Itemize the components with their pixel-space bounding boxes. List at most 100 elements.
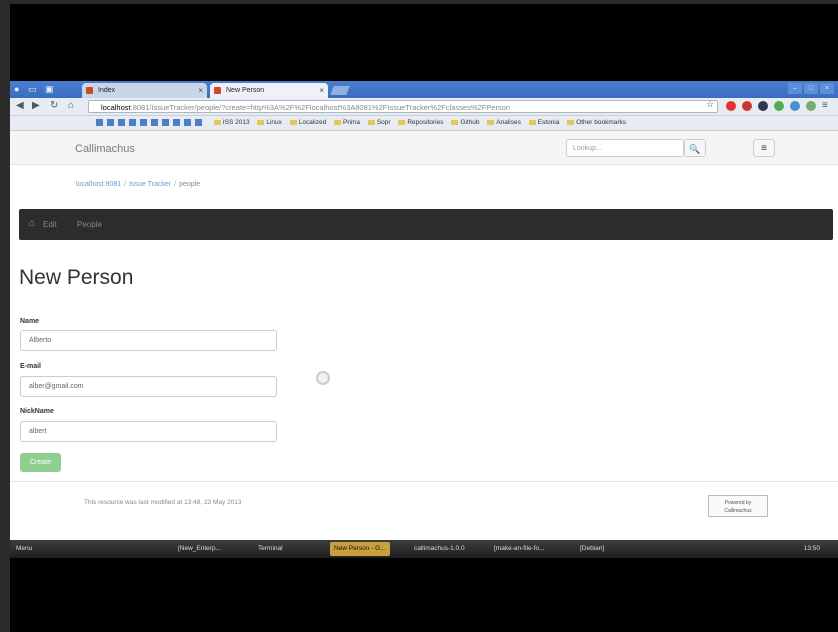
- forward-icon[interactable]: ▶: [32, 100, 40, 111]
- email-input[interactable]: alber@gmail.com: [20, 376, 277, 397]
- taskbar-item[interactable]: [Debian]: [576, 542, 608, 556]
- video-frame-left: [0, 0, 10, 632]
- bookmark-icons-group: [96, 116, 206, 130]
- badge-line-2: Callimachus: [724, 508, 752, 514]
- email-label: E-mail: [20, 363, 42, 370]
- url-host: localhost: [101, 103, 131, 112]
- bookmark-item[interactable]: Prima: [334, 116, 360, 130]
- reload-icon[interactable]: ↻: [50, 100, 58, 111]
- brand-link[interactable]: Callimachus: [75, 143, 135, 155]
- home-icon[interactable]: ⌂: [29, 218, 35, 229]
- extension-dark-icon[interactable]: [758, 101, 768, 111]
- taskbar-item-active[interactable]: New Person - G...: [330, 542, 390, 556]
- page-title: New Person: [19, 266, 134, 289]
- desktop-screen: ● ▭ ▣ Index × New Person × – □ × ◀ ▶ ↻ ⌂ l…: [10, 81, 838, 558]
- name-input[interactable]: Alberto: [20, 330, 277, 351]
- browser-tab-strip: ● ▭ ▣ Index × New Person × – □ ×: [10, 81, 838, 98]
- taskbar-item[interactable]: [New_Enterp...: [174, 542, 225, 556]
- breadcrumb-separator: /: [174, 181, 177, 188]
- breadcrumb: localhost:8081/Issue Tracker / people: [76, 181, 200, 188]
- bookmark-item[interactable]: Analises: [487, 116, 521, 130]
- system-tray: 13:50: [804, 540, 820, 558]
- minimize-left-icon[interactable]: ▭: [28, 84, 37, 94]
- bookmark-app-icon[interactable]: [173, 118, 180, 126]
- nickname-input[interactable]: albert: [20, 421, 277, 442]
- extension-lastpass-icon[interactable]: [742, 101, 752, 111]
- site-header: Callimachus Lookup... 🔍 ≡: [10, 131, 838, 165]
- bookmark-item[interactable]: Localized: [290, 116, 326, 130]
- search-icon: 🔍: [689, 144, 701, 154]
- footer-divider: [10, 481, 838, 482]
- tab-favicon-icon: [214, 87, 221, 94]
- loading-spinner-icon: [316, 371, 330, 385]
- address-bar[interactable]: localhost:8081/IssueTracker/people/?crea…: [88, 100, 718, 113]
- search-button[interactable]: 🔍: [684, 139, 706, 157]
- breadcrumb-host[interactable]: localhost:8081: [76, 181, 121, 188]
- taskbar-item[interactable]: Terminal: [254, 542, 287, 556]
- bookmark-item[interactable]: Github: [451, 116, 479, 130]
- back-icon[interactable]: ◀: [16, 100, 24, 111]
- window-icon[interactable]: ▣: [45, 84, 54, 94]
- bookmark-app-icon[interactable]: [151, 118, 158, 126]
- badge-line-1: Powered by: [724, 500, 752, 506]
- close-window-button[interactable]: ×: [820, 83, 834, 94]
- bookmark-item[interactable]: Sopr: [368, 116, 391, 130]
- bookmark-item[interactable]: Repositories: [398, 116, 443, 130]
- window-left-controls: ● ▭ ▣: [14, 84, 60, 95]
- bookmark-app-icon[interactable]: [184, 118, 191, 126]
- hamburger-icon: ≡: [761, 143, 767, 154]
- bookmarks-bar: ISS 2013 Linux Localized Prima Sopr Repo…: [10, 116, 838, 131]
- main-menu-button[interactable]: ≡: [753, 139, 775, 157]
- nav-people[interactable]: People: [77, 220, 102, 229]
- os-taskbar: Menu [New_Enterp... Terminal New Person …: [10, 540, 838, 558]
- create-button[interactable]: Create: [20, 453, 61, 472]
- web-page: Callimachus Lookup... 🔍 ≡ localhost:8081…: [10, 131, 838, 539]
- bookmark-app-icon[interactable]: [129, 118, 136, 126]
- name-label: Name: [20, 318, 40, 325]
- powered-by-badge[interactable]: Powered by Callimachus: [708, 495, 768, 517]
- bookmark-app-icon[interactable]: [107, 118, 114, 126]
- tab-close-icon[interactable]: ×: [319, 83, 324, 98]
- bookmark-app-icon[interactable]: [195, 118, 202, 126]
- extension-green-icon[interactable]: [774, 101, 784, 111]
- app-icon[interactable]: ●: [14, 84, 19, 94]
- home-icon[interactable]: ⌂: [68, 100, 74, 111]
- nickname-label: NickName: [20, 408, 54, 415]
- clock: 13:50: [803, 545, 820, 552]
- breadcrumb-separator: /: [124, 181, 127, 188]
- last-modified-text: This resource was last modified at 13:48…: [84, 499, 242, 506]
- bookmark-item[interactable]: Other bookmarks: [567, 116, 626, 130]
- bookmark-star-icon[interactable]: ☆: [706, 99, 714, 110]
- chrome-menu-icon[interactable]: ≡: [822, 100, 828, 111]
- bookmark-item[interactable]: Linux: [257, 116, 282, 130]
- bookmark-app-icon[interactable]: [140, 118, 147, 126]
- tab-new-person[interactable]: New Person ×: [210, 83, 328, 98]
- taskbar-item[interactable]: callimachus-1.0.0: [410, 542, 469, 556]
- bookmark-item[interactable]: ISS 2013: [214, 116, 250, 130]
- nav-edit[interactable]: Edit: [43, 220, 57, 229]
- tab-favicon-icon: [86, 87, 93, 94]
- video-frame-top: [0, 0, 838, 4]
- tab-label: New Person: [226, 87, 265, 94]
- taskbar-item[interactable]: [make-an-file-fo...: [490, 542, 549, 556]
- extension-blue-icon[interactable]: [790, 101, 800, 111]
- tab-label: Index: [98, 87, 116, 94]
- tab-close-icon[interactable]: ×: [198, 83, 203, 98]
- breadcrumb-issue-tracker[interactable]: Issue Tracker: [129, 181, 171, 188]
- bookmark-app-icon[interactable]: [118, 118, 125, 126]
- breadcrumb-current: people: [179, 181, 201, 188]
- bookmark-item[interactable]: Estonia: [529, 116, 560, 130]
- taskbar-menu[interactable]: Menu: [12, 542, 36, 556]
- extension-red-icon[interactable]: [726, 101, 736, 111]
- tab-index[interactable]: Index ×: [82, 83, 207, 98]
- new-tab-button[interactable]: [330, 86, 350, 95]
- browser-toolbar: ◀ ▶ ↻ ⌂ localhost:8081/IssueTracker/peop…: [10, 98, 838, 116]
- url-path: :8081/IssueTracker/people/?create=http%3…: [130, 103, 511, 112]
- lookup-input[interactable]: Lookup...: [566, 139, 684, 157]
- extension-puzzle-icon[interactable]: [806, 101, 816, 111]
- bookmark-app-icon[interactable]: [96, 118, 103, 126]
- bookmark-app-icon[interactable]: [162, 118, 169, 126]
- window-controls: – □ ×: [786, 83, 834, 94]
- maximize-button[interactable]: □: [804, 83, 818, 94]
- minimize-button[interactable]: –: [788, 83, 802, 94]
